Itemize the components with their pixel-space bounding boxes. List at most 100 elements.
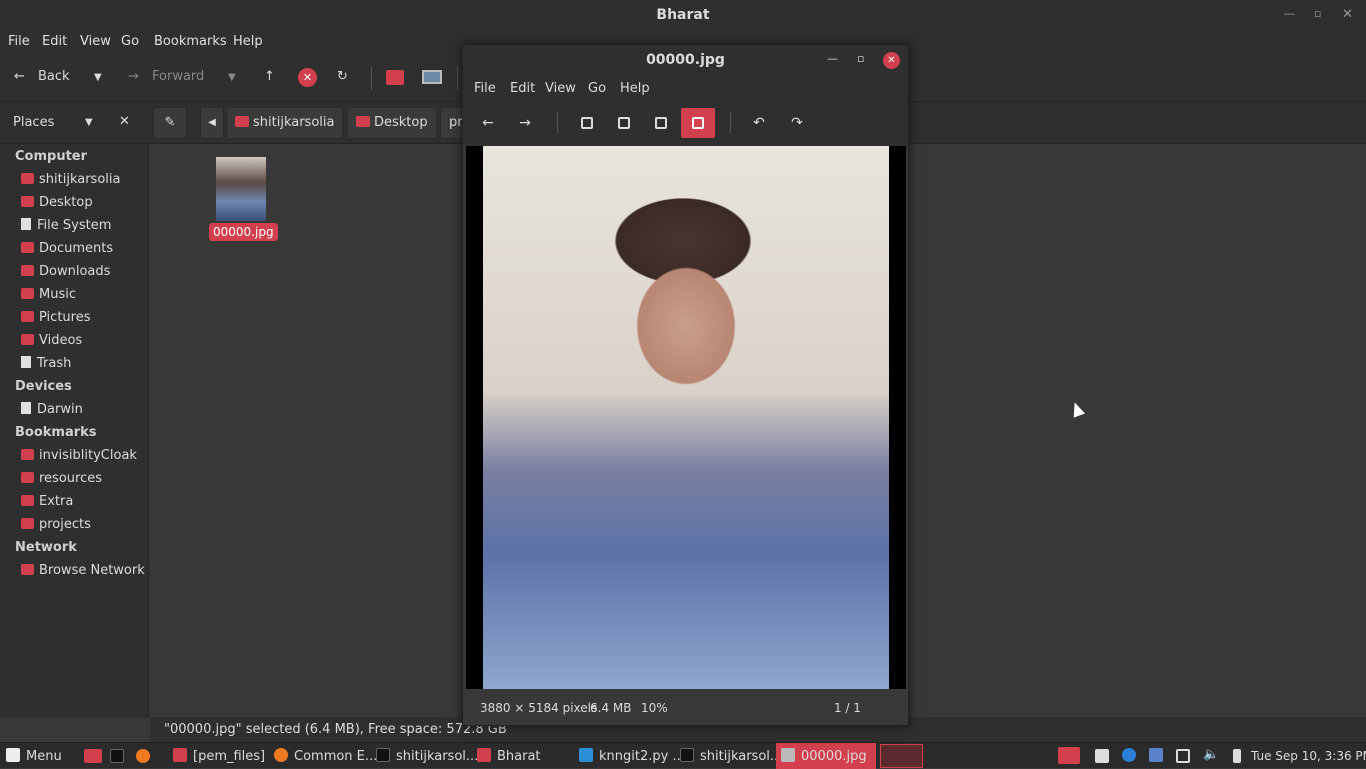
minimize-icon[interactable]: — <box>827 52 838 65</box>
clock[interactable]: Tue Sep 10, 3:36 PM <box>1251 749 1366 763</box>
sidebar-item-music[interactable]: Music <box>21 287 76 302</box>
back-button[interactable]: Back <box>38 69 70 84</box>
image-size: 6.4 MB <box>590 701 632 715</box>
start-menu-button[interactable]: Menu <box>6 748 62 764</box>
sidebar-item-invisiblitycloak[interactable]: invisiblityCloak <box>21 448 137 463</box>
chevron-down-icon[interactable]: ▼ <box>85 117 93 128</box>
zoom-out-icon[interactable] <box>581 117 593 129</box>
shield-icon[interactable] <box>1149 748 1163 762</box>
best-fit-icon <box>692 117 704 129</box>
mint-logo-icon <box>6 748 20 762</box>
normal-size-icon[interactable] <box>655 117 667 129</box>
folder-tray-icon[interactable] <box>1058 747 1080 764</box>
terminal-launcher-icon[interactable] <box>110 749 124 763</box>
sidebar-item-documents[interactable]: Documents <box>21 241 113 256</box>
sidebar-item-resources[interactable]: resources <box>21 471 102 486</box>
sidebar-item-home[interactable]: shitijkarsolia <box>21 172 120 187</box>
forward-button[interactable]: Forward <box>152 69 204 84</box>
drive-icon <box>21 402 31 414</box>
sidebar-item-filesystem[interactable]: File System <box>21 218 111 233</box>
battery-icon[interactable] <box>1233 749 1241 763</box>
firefox-launcher-icon[interactable] <box>136 749 150 763</box>
file-label[interactable]: 00000.jpg <box>209 223 278 241</box>
task-knngit2[interactable]: knngit2.py ... <box>579 748 685 764</box>
reload-icon[interactable]: ↻ <box>337 69 348 84</box>
zoom-level: 10% <box>641 701 668 715</box>
previous-icon[interactable]: ← <box>478 113 498 133</box>
network-icon[interactable] <box>1176 749 1190 763</box>
chevron-down-icon[interactable]: ▼ <box>94 72 102 83</box>
computer-icon[interactable] <box>422 70 442 84</box>
file-manager-launcher-icon[interactable] <box>84 749 102 763</box>
sidebar-item-darwin[interactable]: Darwin <box>21 402 83 417</box>
viewer-menu-edit[interactable]: Edit <box>510 81 535 96</box>
viewer-menu-help[interactable]: Help <box>620 81 650 96</box>
sidebar-item-desktop[interactable]: Desktop <box>21 195 93 210</box>
task-common-e[interactable]: Common E... <box>274 748 377 764</box>
sidebar-item-extra[interactable]: Extra <box>21 494 73 509</box>
menu-go[interactable]: Go <box>121 34 139 49</box>
notes-icon[interactable] <box>1095 749 1109 763</box>
taskbar: Menu [pem_files] Common E... shitijkarso… <box>0 742 1366 769</box>
viewer-menu-file[interactable]: File <box>474 81 496 96</box>
maximize-icon[interactable]: ▫ <box>857 52 864 65</box>
close-icon[interactable]: ✕ <box>1342 7 1353 22</box>
forward-arrow-icon[interactable]: → <box>128 69 139 84</box>
sidebar-item-projects[interactable]: projects <box>21 517 91 532</box>
sidebar-item-trash[interactable]: Trash <box>21 356 71 371</box>
zoom-in-icon[interactable] <box>618 117 630 129</box>
section-devices: Devices <box>15 379 72 394</box>
folder-icon <box>477 748 491 762</box>
bluetooth-icon[interactable] <box>1122 748 1136 762</box>
section-network: Network <box>15 540 77 555</box>
back-arrow-icon[interactable]: ← <box>14 69 25 84</box>
page-counter: 1 / 1 <box>834 701 861 715</box>
volume-icon[interactable]: 🔈 <box>1203 747 1219 762</box>
viewer-menu-view[interactable]: View <box>545 81 576 96</box>
places-label[interactable]: Places <box>13 115 54 130</box>
menu-bookmarks[interactable]: Bookmarks <box>154 34 227 49</box>
sidebar: Computer shitijkarsolia Desktop File Sys… <box>0 144 149 718</box>
breadcrumb-partial[interactable]: pr <box>440 107 464 139</box>
menu-view[interactable]: View <box>80 34 111 49</box>
viewer-menu-bar: File Edit View Go Help <box>463 76 908 100</box>
task-pem-files[interactable]: [pem_files] <box>173 748 265 764</box>
terminal-icon <box>680 748 694 762</box>
folder-icon <box>173 748 187 762</box>
trash-icon <box>21 356 31 368</box>
chevron-down-icon[interactable]: ▼ <box>228 72 236 83</box>
home-folder-icon[interactable] <box>386 70 404 85</box>
task-bharat[interactable]: Bharat <box>477 748 541 764</box>
close-sidebar-icon[interactable]: ✕ <box>119 114 130 129</box>
task-terminal-1[interactable]: shitijkarsol... <box>376 748 478 764</box>
viewer-menu-go[interactable]: Go <box>588 81 606 96</box>
minimize-icon[interactable]: — <box>1284 7 1295 20</box>
close-icon[interactable]: ✕ <box>883 52 900 69</box>
sidebar-item-downloads[interactable]: Downloads <box>21 264 110 279</box>
stop-icon[interactable]: ✕ <box>298 68 317 87</box>
breadcrumb-desktop[interactable]: Desktop <box>347 107 437 139</box>
task-image-viewer[interactable]: 00000.jpg <box>781 748 867 764</box>
section-bookmarks: Bookmarks <box>15 425 97 440</box>
menu-file[interactable]: File <box>8 34 30 49</box>
menu-edit[interactable]: Edit <box>42 34 67 49</box>
viewer-status: 3880 × 5184 pixels 6.4 MB 10% 1 / 1 <box>463 693 908 723</box>
menu-help[interactable]: Help <box>233 34 263 49</box>
file-thumbnail[interactable] <box>216 157 266 221</box>
up-arrow-icon[interactable]: ↑ <box>264 69 275 84</box>
sidebar-item-videos[interactable]: Videos <box>21 333 82 348</box>
edit-path-icon[interactable]: ✎ <box>153 107 187 139</box>
image-dimensions: 3880 × 5184 pixels <box>480 701 598 715</box>
image-canvas[interactable] <box>466 146 906 689</box>
breadcrumb-home[interactable]: shitijkarsolia <box>226 107 344 139</box>
workspace-switcher[interactable] <box>880 744 923 768</box>
sidebar-item-browse-network[interactable]: Browse Network <box>21 563 145 578</box>
chevron-left-icon[interactable]: ◀ <box>200 107 224 139</box>
sidebar-item-pictures[interactable]: Pictures <box>21 310 90 325</box>
next-icon[interactable]: → <box>515 113 535 133</box>
best-fit-button[interactable] <box>681 108 715 138</box>
task-terminal-2[interactable]: shitijkarsol... <box>680 748 782 764</box>
rotate-right-icon[interactable]: ↷ <box>787 113 807 133</box>
maximize-icon[interactable]: ▫ <box>1314 7 1321 20</box>
rotate-left-icon[interactable]: ↶ <box>749 113 769 133</box>
